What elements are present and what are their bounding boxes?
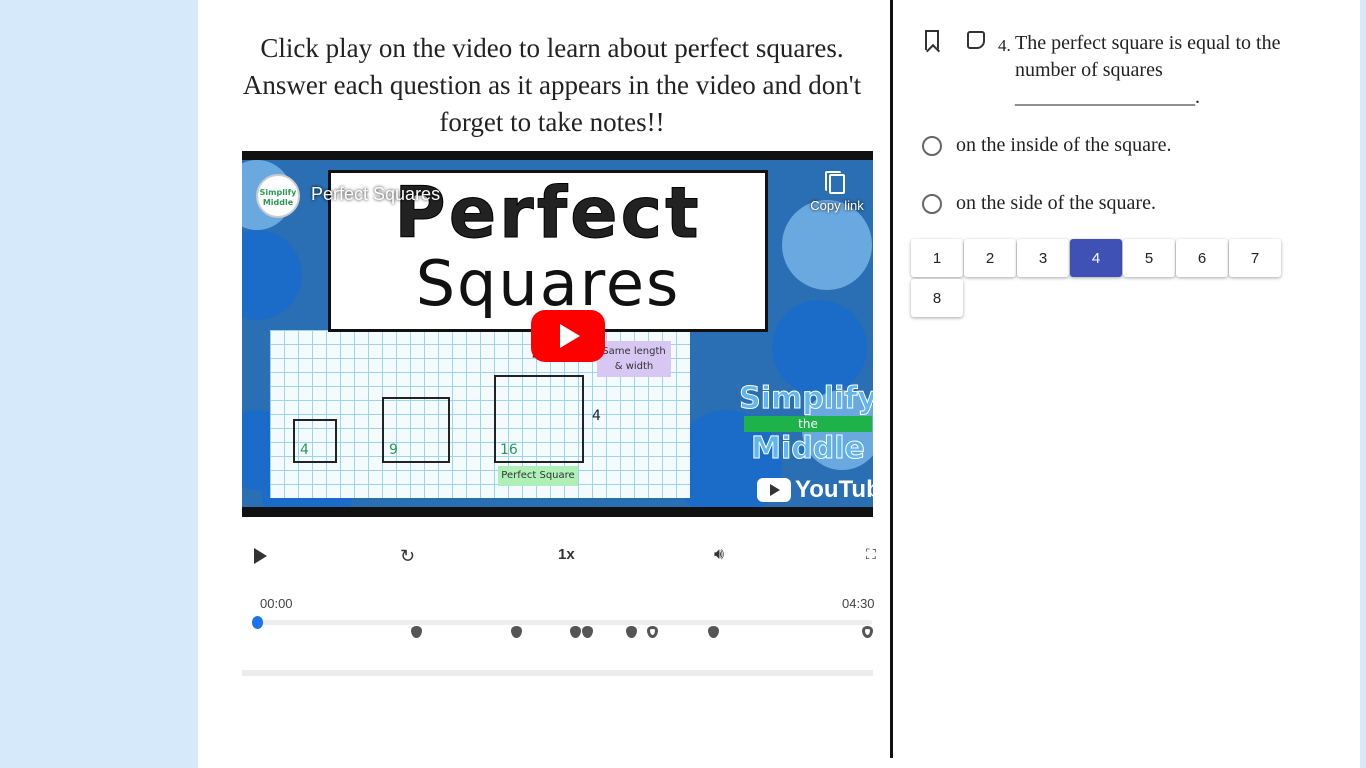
pane-divider	[890, 0, 893, 758]
speed-button[interactable]: 1x	[558, 546, 575, 563]
video-player[interactable]: 4 9 16 4 4 Same length & width Perfect S…	[242, 151, 873, 517]
question-marker[interactable]	[647, 626, 658, 638]
radio-button[interactable]	[922, 193, 942, 214]
decor-circle	[782, 200, 872, 290]
instructions-text: Click play on the video to learn about p…	[242, 33, 862, 137]
answer-label: on the side of the square.	[956, 192, 1156, 214]
question-nav-3[interactable]: 3	[1017, 239, 1069, 277]
square-label: 16	[500, 442, 518, 458]
title-card-word: Squares	[415, 247, 681, 320]
brand-word: Simplify	[739, 381, 873, 416]
question-text: The perfect square is equal to the numbe…	[1015, 32, 1281, 108]
youtube-logo[interactable]: YouTube	[757, 476, 873, 504]
square-label: 9	[389, 442, 398, 458]
question-marker[interactable]	[411, 626, 422, 638]
bookmark-icon[interactable]	[925, 30, 939, 50]
answer-option[interactable]: on the side of the square.	[922, 192, 1156, 215]
question-nav-8[interactable]: 8	[911, 279, 963, 317]
duration: 04:30	[842, 596, 875, 611]
question-nav-6[interactable]: 6	[1176, 239, 1228, 277]
volume-icon[interactable]: 🔊︎	[714, 546, 724, 564]
youtube-play-button[interactable]	[531, 310, 605, 362]
square-label: 4	[300, 442, 309, 458]
question-nav-4[interactable]: 4	[1070, 239, 1122, 277]
answer-label: on the inside of the square.	[956, 134, 1172, 156]
decor-circle	[242, 230, 302, 320]
fullscreen-icon[interactable]: ⛶	[866, 546, 876, 563]
play-icon[interactable]	[254, 548, 267, 564]
question-marker[interactable]	[862, 626, 873, 638]
player-controls: ↻ 1x 🔊︎ ⛶	[242, 538, 876, 574]
note-perfect-square: Perfect Square	[498, 466, 578, 486]
brand-word: Middle	[751, 431, 866, 466]
video-title[interactable]: Perfect Squares	[311, 184, 440, 205]
replay-icon[interactable]: ↻	[400, 546, 415, 567]
brand-logo: Simplify the Middle	[738, 381, 873, 466]
bottom-bar	[242, 670, 873, 676]
progress-handle[interactable]	[252, 616, 263, 629]
youtube-label: YouTube	[795, 476, 873, 503]
question-marker[interactable]	[708, 626, 719, 638]
copy-icon	[825, 171, 845, 194]
brand-word: the	[744, 416, 872, 432]
copy-link-label: Copy link	[810, 198, 864, 213]
answer-option[interactable]: on the inside of the square.	[922, 134, 1172, 157]
radio-button[interactable]	[922, 135, 942, 156]
question-marker[interactable]	[511, 626, 522, 638]
video-thumbnail: 4 9 16 4 4 Same length & width Perfect S…	[242, 160, 873, 507]
note-icon[interactable]	[967, 31, 985, 49]
question-nav-2[interactable]: 2	[964, 239, 1016, 277]
question-nav-1[interactable]: 1	[911, 239, 963, 277]
question-marker[interactable]	[626, 626, 637, 638]
question-marker[interactable]	[582, 626, 593, 638]
progress-track[interactable]	[257, 620, 872, 625]
question-nav-7[interactable]: 7	[1229, 239, 1281, 277]
channel-avatar[interactable]: Simplify Middle	[256, 174, 300, 218]
side-label: 4	[592, 408, 601, 424]
question-number: 4.	[998, 36, 1011, 55]
copy-link-button[interactable]: Copy link	[805, 171, 869, 213]
youtube-play-icon	[757, 478, 791, 502]
question-marker[interactable]	[570, 626, 581, 638]
note-same-length: Same length & width	[597, 341, 671, 377]
page: Click play on the video to learn about p…	[198, 0, 1360, 768]
current-time: 00:00	[260, 596, 293, 611]
question-nav-5[interactable]: 5	[1123, 239, 1175, 277]
